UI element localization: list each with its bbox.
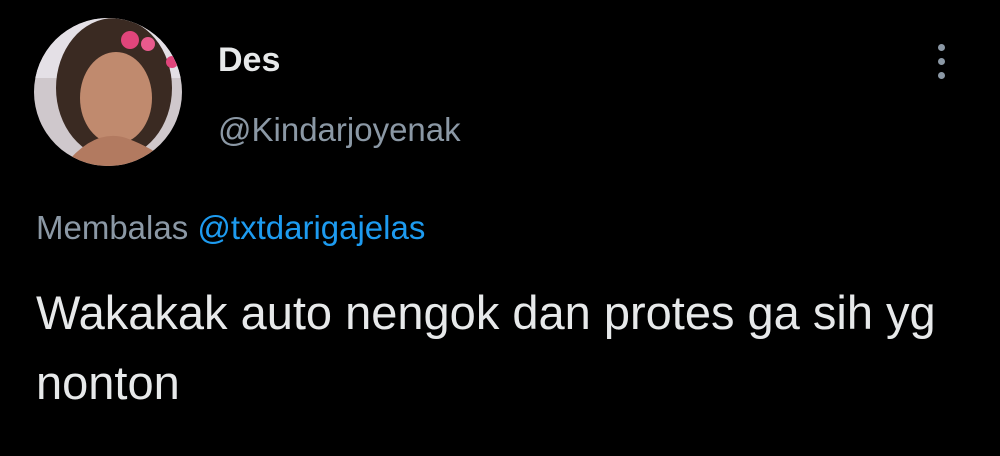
- reply-prefix: Membalas: [36, 209, 189, 246]
- display-name[interactable]: Des: [218, 40, 280, 80]
- more-options-button[interactable]: [926, 40, 956, 84]
- tweet-text: Wakakak auto nengok dan protes ga sih yg…: [36, 286, 936, 409]
- user-handle[interactable]: @Kindarjoyenak: [218, 110, 461, 150]
- tweet-card: Des @Kindarjoyenak Membalas @txtdarigaje…: [0, 0, 1000, 456]
- reply-context: Membalas @txtdarigajelas: [36, 206, 425, 250]
- avatar-image: [34, 18, 182, 166]
- avatar[interactable]: [34, 18, 182, 166]
- reply-mention-link[interactable]: @txtdarigajelas: [197, 209, 425, 246]
